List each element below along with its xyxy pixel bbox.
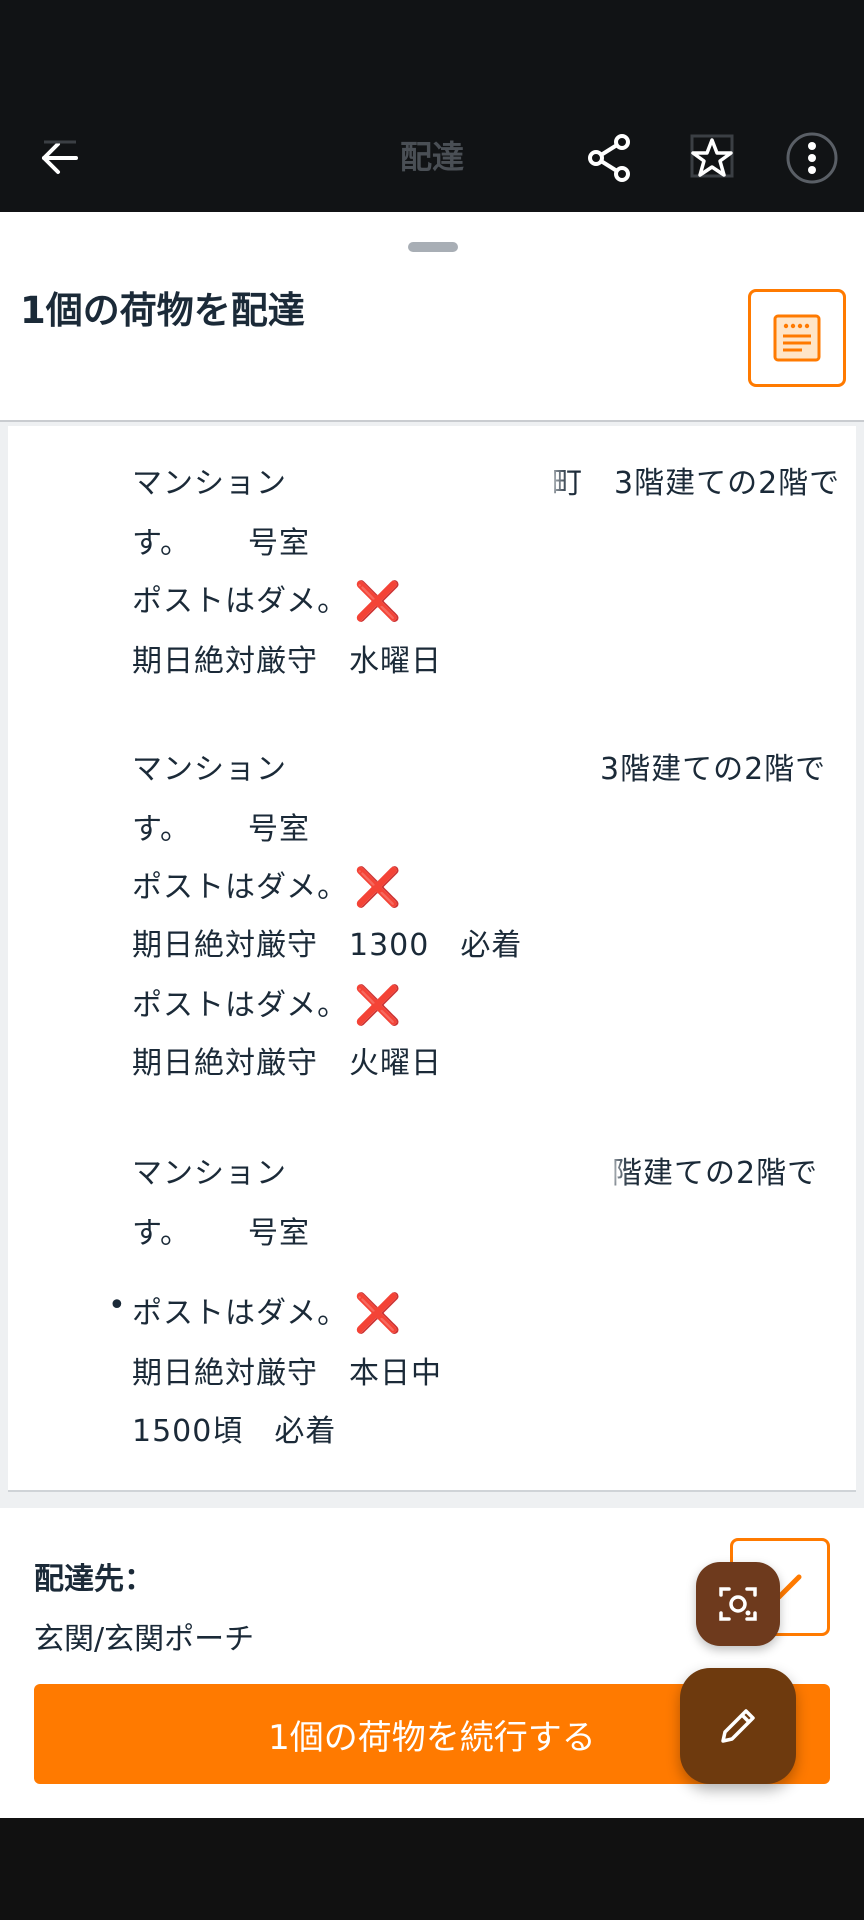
x-mark-icon: ❌ xyxy=(354,1291,403,1335)
note-line: ポストはダメ。 ❌ xyxy=(132,983,403,1027)
note-line: マンション xyxy=(132,1156,287,1191)
share-icon[interactable] xyxy=(578,126,642,190)
notes-icon xyxy=(773,314,821,362)
note-line: 期日絶対厳守 本日中 xyxy=(132,1356,442,1391)
note-line: ポストはダメ。 ❌ xyxy=(132,865,403,909)
note-line: 階建ての2階で xyxy=(612,1156,819,1191)
more-icon[interactable] xyxy=(780,126,844,190)
redaction xyxy=(334,1150,604,1196)
system-nav-bar xyxy=(0,1818,864,1920)
note-line: 期日絶対厳守 1300 必着 xyxy=(132,928,523,963)
destination-label: 配達先： xyxy=(34,1562,154,1597)
bullet: • xyxy=(108,1288,126,1323)
note-line: 3階建ての2階で xyxy=(600,752,827,787)
redaction xyxy=(324,462,544,502)
sheet-header: 1個の荷物を配達 xyxy=(0,212,864,422)
x-mark-icon: ❌ xyxy=(354,579,403,623)
delivery-notes-list[interactable]: マンション 町 3階建ての2階で す。 号室 ポストはダメ。 ❌ 期日絶対厳守 水… xyxy=(8,426,856,1492)
camera-lens-icon xyxy=(719,1587,757,1621)
note-line: す。 xyxy=(132,526,191,561)
note-line: 期日絶対厳守 水曜日 xyxy=(132,644,442,679)
sheet-title: 1個の荷物を配達 xyxy=(20,289,305,332)
drag-handle[interactable] xyxy=(408,242,458,252)
note-line: 号室 xyxy=(248,812,310,847)
pencil-icon xyxy=(721,1709,755,1743)
x-mark-icon: ❌ xyxy=(354,983,403,1027)
redaction xyxy=(346,748,556,792)
note-line: マンション xyxy=(132,466,287,501)
visual-search-button[interactable] xyxy=(696,1562,780,1646)
note-line: 号室 xyxy=(248,526,310,561)
edit-fab-button[interactable] xyxy=(680,1668,796,1784)
note-line: ポストはダメ。 ❌ xyxy=(132,579,403,623)
note-line: す。 xyxy=(132,812,191,847)
delivery-notes-button[interactable] xyxy=(748,289,846,387)
note-line: 期日絶対厳守 火曜日 xyxy=(132,1046,442,1081)
note-line: 1500頃 必着 xyxy=(132,1414,337,1449)
app-bar: 配達 xyxy=(0,0,864,212)
destination-value: 玄関/玄関ポーチ xyxy=(34,1622,255,1657)
note-line: ポストはダメ。 ❌ xyxy=(132,1291,403,1335)
x-mark-icon: ❌ xyxy=(354,865,403,909)
note-line: 町 3階建ての2階で xyxy=(552,466,841,501)
note-line: 号室 xyxy=(248,1216,310,1251)
bookmark-star-icon[interactable] xyxy=(680,126,744,190)
note-line: す。 xyxy=(132,1216,191,1251)
note-line: マンション xyxy=(132,752,287,787)
